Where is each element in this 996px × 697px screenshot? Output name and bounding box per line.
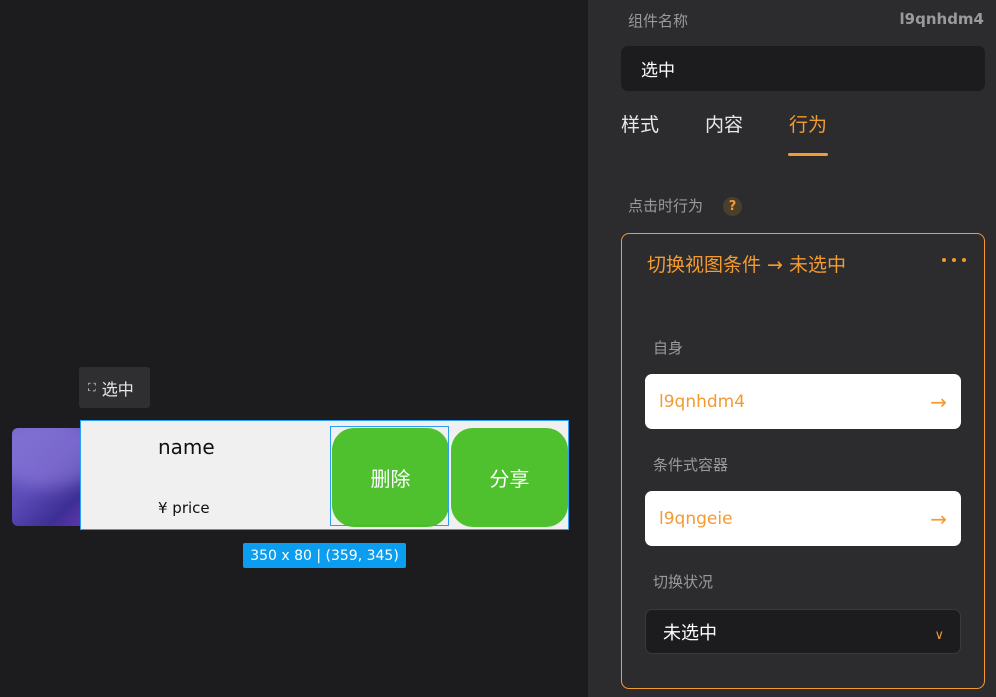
design-canvas[interactable]: ⛶ 选中 name ¥ price 删除 分享 350 x 80 | (359,… [0,0,588,697]
selection-tag-label: 选中 [101,379,134,399]
self-target-field[interactable]: l9qnhdm4 → [645,374,961,429]
active-tab-indicator [788,153,828,156]
action-card: 切换视图条件 → 未选中 自身 l9qnhdm4 → 条件式容器 l9qngei… [621,233,985,689]
tab-style[interactable]: 样式 [621,110,659,137]
component-id: l9qnhdm4 [899,10,984,28]
arrow-right-icon[interactable]: → [930,390,947,414]
chevron-down-icon: ∨ [934,628,944,643]
size-position-badge: 350 x 80 | (359, 345) [243,543,406,568]
toggle-state-label: 切换状况 [653,573,714,591]
item-name: name [158,435,215,459]
on-click-label: 点击时行为 [628,197,704,215]
frame-select-icon: ⛶ [88,380,96,394]
component-name-input[interactable]: 选中 [621,46,985,91]
tab-behavior[interactable]: 行为 [789,110,827,137]
toggle-state-value: 未选中 [663,622,717,644]
container-target-field[interactable]: l9qngeie → [645,491,961,546]
item-price: ¥ price [158,499,210,517]
component-name-label: 组件名称 [628,12,689,30]
toggle-state-select[interactable]: 未选中 ∨ [645,609,961,654]
container-label: 条件式容器 [653,456,729,474]
properties-panel: 组件名称 l9qnhdm4 选中 样式 内容 行为 点击时行为 ? 切换视图条件… [588,0,996,697]
action-title[interactable]: 切换视图条件 → 未选中 [647,250,846,277]
share-button[interactable]: 分享 [451,428,568,527]
self-target-value: l9qnhdm4 [659,391,746,412]
self-label: 自身 [653,339,684,357]
container-target-value: l9qngeie [659,508,733,529]
delete-button[interactable]: 删除 [332,428,449,527]
selection-state-tag[interactable]: ⛶ 选中 [79,367,150,408]
arrow-right-icon[interactable]: → [930,507,947,531]
help-icon[interactable]: ? [723,197,742,216]
list-item-component[interactable]: name ¥ price 删除 分享 [80,420,569,530]
more-options-icon[interactable] [942,258,966,262]
tab-content[interactable]: 内容 [705,110,743,137]
